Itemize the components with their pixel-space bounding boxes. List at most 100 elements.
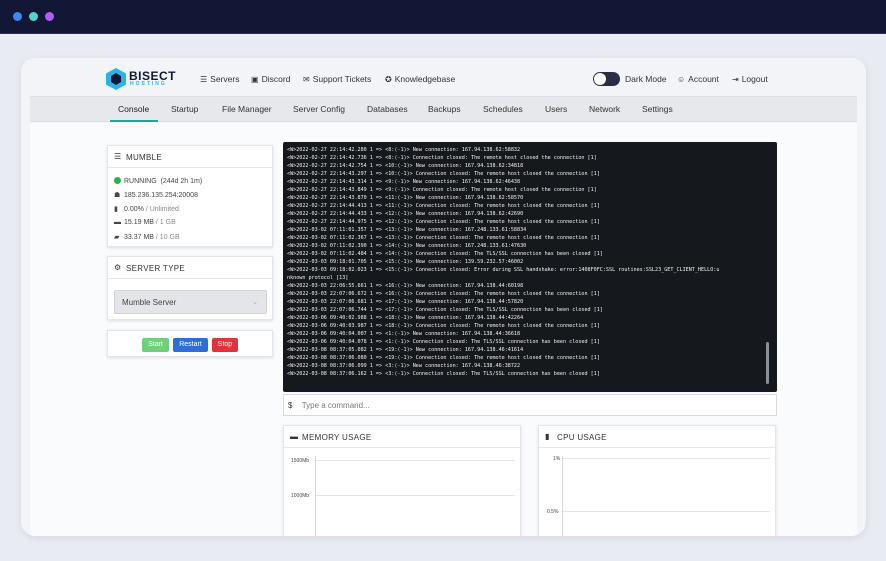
tab-console[interactable]: Console bbox=[118, 104, 149, 114]
brand-subtitle: HOSTING bbox=[130, 81, 167, 87]
cpu-y-tick: 1% bbox=[553, 456, 561, 462]
console-line: <W>2022-02-27 22:14:43.870 1 => <11:(-1)… bbox=[287, 195, 524, 201]
server-info-header: ☰ MUMBLE bbox=[108, 146, 272, 168]
brand-logo[interactable]: BISECT HOSTING bbox=[106, 68, 184, 90]
console-line: <W>2022-02-27 22:14:43.314 1 => <9:(-1)>… bbox=[287, 179, 521, 185]
chevron-down-icon: ⌄ bbox=[252, 299, 258, 306]
cpu-icon: ▮ bbox=[114, 206, 118, 213]
active-tab-indicator bbox=[110, 120, 158, 122]
console-line: <W>2022-03-03 09:18:01.705 1 => <15:(-1)… bbox=[287, 259, 524, 265]
console-line: <W>2022-02-27 22:14:43.849 1 => <9:(-1)>… bbox=[287, 187, 597, 193]
memory-usage-header: ▬ MEMORY USAGE bbox=[284, 426, 520, 448]
server-info-panel: ☰ MUMBLE RUNNING (244d 2h 1m) ☗ 185.236.1… bbox=[107, 145, 273, 247]
power-controls-panel: Start Restart Stop bbox=[107, 330, 273, 357]
console-line: <W>2022-03-08 08:37:06.162 1 => <3:(-1)>… bbox=[287, 371, 600, 377]
console-line: <W>2022-02-27 22:14:43.297 1 => <10:(-1)… bbox=[287, 171, 600, 177]
console-line: <W>2022-03-03 22:07:06.672 1 => <16:(-1)… bbox=[287, 291, 600, 297]
server-tab-bar: Console Startup File Manager Server Conf… bbox=[30, 96, 857, 122]
start-button[interactable]: Start bbox=[142, 338, 169, 352]
main-content: ☰ MUMBLE RUNNING (244d 2h 1m) ☗ 185.236.1… bbox=[30, 123, 857, 536]
console-line: <W>2022-03-08 08:37:06.099 1 => <3:(-1)>… bbox=[287, 363, 521, 369]
browser-chrome bbox=[0, 0, 886, 34]
hexagon-logo-icon bbox=[106, 68, 126, 90]
tab-users[interactable]: Users bbox=[545, 104, 567, 114]
console-line: <W>2022-03-06 09:40:02.988 1 => <18:(-1)… bbox=[287, 315, 524, 321]
nav-discord[interactable]: ▣ Discord bbox=[251, 74, 290, 84]
console-log: <W>2022-02-27 22:14:42.280 1 => <8:(-1)>… bbox=[287, 146, 763, 378]
command-input[interactable] bbox=[301, 401, 742, 410]
console-line: <W>2022-02-27 22:14:42.754 1 => <10:(-1)… bbox=[287, 163, 524, 169]
logout-icon: ⇥ bbox=[732, 75, 739, 84]
memory-row: ▬ 15.19 MB / 1 GB bbox=[114, 219, 176, 226]
tab-settings[interactable]: Settings bbox=[642, 104, 673, 114]
console-line: <W>2022-03-06 09:40:04.078 1 => <1:(-1)>… bbox=[287, 339, 600, 345]
console-line: <W>2022-02-27 22:14:42.736 1 => <8:(-1)>… bbox=[287, 155, 597, 161]
status-text: RUNNING bbox=[124, 178, 157, 185]
nav-support-tickets[interactable]: ✉ Support Tickets bbox=[303, 74, 371, 84]
memory-gridline bbox=[316, 495, 515, 496]
support-icon: ✉ bbox=[303, 75, 310, 84]
console-line: <W>2022-03-02 07:11:01.357 1 => <13:(-1)… bbox=[287, 227, 527, 233]
account-link[interactable]: ☺ Account bbox=[677, 74, 719, 84]
window-dot-blue bbox=[13, 12, 22, 21]
tab-backups[interactable]: Backups bbox=[428, 104, 461, 114]
toggle-knob bbox=[594, 73, 606, 85]
command-bar: $ bbox=[283, 394, 777, 416]
memory-y-tick: 1000Mb bbox=[291, 493, 310, 499]
restart-button[interactable]: Restart bbox=[173, 338, 208, 352]
cpu-gridline bbox=[563, 458, 770, 459]
gear-icon: ⚙ bbox=[114, 263, 122, 272]
console-line: <W>2022-03-03 09:18:02.023 1 => <15:(-1)… bbox=[287, 267, 720, 273]
cpu-y-tick: 0.5% bbox=[547, 509, 559, 515]
dark-mode-label: Dark Mode bbox=[625, 74, 667, 84]
tab-startup[interactable]: Startup bbox=[171, 104, 198, 114]
logout-link[interactable]: ⇥ Logout bbox=[732, 74, 768, 84]
disk-row: ▰ 33.37 MB / 10 GB bbox=[114, 234, 180, 241]
console-line: <W>2022-03-02 07:11:02.484 1 => <14:(-1)… bbox=[287, 251, 603, 257]
console-line: <W>2022-03-03 22:06:55.661 1 => <16:(-1)… bbox=[287, 283, 524, 289]
server-type-select[interactable]: Mumble Server ⌄ bbox=[114, 290, 267, 314]
server-type-panel: ⚙ SERVER TYPE Mumble Server ⌄ bbox=[107, 256, 273, 320]
server-address: 185.236.135.254:20008 bbox=[124, 192, 198, 199]
command-prompt: $ bbox=[288, 401, 293, 410]
disk-icon: ▰ bbox=[114, 234, 120, 241]
tab-schedules[interactable]: Schedules bbox=[483, 104, 523, 114]
status-row: RUNNING (244d 2h 1m) bbox=[114, 177, 202, 185]
cpu-icon: ▮ bbox=[545, 432, 550, 441]
memory-icon: ▬ bbox=[290, 432, 299, 441]
cpu-gridline bbox=[563, 511, 770, 512]
address-row[interactable]: ☗ 185.236.135.254:20008 bbox=[114, 191, 198, 199]
console-line: <W>2022-03-02 07:11:02.367 1 => <13:(-1)… bbox=[287, 235, 600, 241]
server-name: MUMBLE bbox=[126, 153, 163, 162]
knowledgebase-icon: ✪ bbox=[385, 75, 392, 84]
cpu-usage-panel: ▮ CPU USAGE 1% 0.5% bbox=[538, 425, 776, 536]
console-line: <W>2022-02-27 22:14:44.975 1 => <12:(-1)… bbox=[287, 219, 600, 225]
status-dot bbox=[114, 177, 121, 184]
memory-icon: ▬ bbox=[114, 219, 121, 226]
console-line: <W>2022-03-02 07:11:02.390 1 => <14:(-1)… bbox=[287, 243, 527, 249]
memory-chart-plot bbox=[315, 456, 515, 536]
console-scrollbar[interactable] bbox=[766, 342, 769, 384]
console-line: <W>2022-02-27 22:14:42.280 1 => <8:(-1)>… bbox=[287, 147, 521, 153]
servers-icon: ☰ bbox=[200, 75, 208, 84]
nav-servers[interactable]: ☰ Servers bbox=[200, 74, 239, 84]
discord-icon: ▣ bbox=[251, 75, 259, 84]
console-line: <W>2022-03-08 08:37:05.082 1 => <19:(-1)… bbox=[287, 347, 524, 353]
tab-network[interactable]: Network bbox=[589, 104, 620, 114]
tab-file-manager[interactable]: File Manager bbox=[222, 104, 272, 114]
console-line: <W>2022-02-27 22:14:44.413 1 => <11:(-1)… bbox=[287, 203, 600, 209]
window-dot-purple bbox=[45, 12, 54, 21]
tab-server-config[interactable]: Server Config bbox=[293, 104, 345, 114]
dark-mode-toggle[interactable] bbox=[593, 72, 620, 86]
console-line: nknown protocol [13] bbox=[287, 275, 349, 281]
console-output[interactable]: <W>2022-02-27 22:14:42.280 1 => <8:(-1)>… bbox=[283, 142, 777, 392]
tab-databases[interactable]: Databases bbox=[367, 104, 408, 114]
stop-button[interactable]: Stop bbox=[212, 338, 238, 352]
console-line: <W>2022-03-06 09:40:04.007 1 => <1:(-1)>… bbox=[287, 331, 521, 337]
app-window: BISECT HOSTING ☰ Servers ▣ Discord ✉ Suppor… bbox=[21, 58, 866, 536]
console-line: <W>2022-03-03 22:07:06.744 1 => <17:(-1)… bbox=[287, 307, 603, 313]
server-type-header: ⚙ SERVER TYPE bbox=[108, 257, 272, 279]
console-line: <W>2022-03-06 09:40:03.987 1 => <18:(-1)… bbox=[287, 323, 600, 329]
nav-knowledgebase[interactable]: ✪ Knowledgebase bbox=[385, 74, 455, 84]
server-icon: ☰ bbox=[114, 152, 122, 161]
